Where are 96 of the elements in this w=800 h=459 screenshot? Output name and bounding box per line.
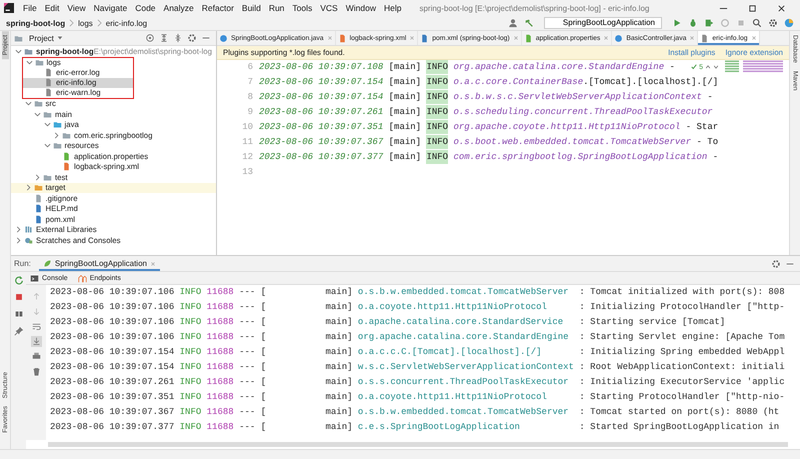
target-icon[interactable] — [145, 33, 155, 43]
menu-item[interactable]: Run — [264, 3, 288, 13]
line-number: 6 — [248, 61, 253, 74]
endpoints-icon — [78, 274, 87, 282]
line-number: 12 — [242, 151, 253, 164]
chevron-icon[interactable] — [44, 142, 50, 150]
chevron-icon[interactable] — [15, 236, 22, 244]
maximize-icon[interactable] — [748, 4, 757, 12]
settings-icon[interactable] — [187, 33, 197, 43]
collapse-all-icon[interactable] — [159, 33, 169, 43]
console-line: 2023-08-06 10:39:07.377 INFO 11688 --- [ main] c.e.s.SpringBootLogApplication : Started SpringBootLogApplication in — [50, 421, 780, 434]
chevron-icon[interactable] — [44, 121, 50, 128]
file-icon — [338, 34, 347, 42]
chevron-icon — [69, 19, 74, 27]
console-line: 2023-08-06 10:39:07.261 INFO 11688 --- [ main] o.s.s.concurrent.ThreadPoolTaskExecutor : Initializing ExecutorService 'applic — [50, 376, 785, 389]
class-icon — [219, 34, 228, 42]
breadcrumb-item[interactable]: spring-boot-log — [4, 18, 68, 28]
menu-item[interactable]: Tools — [288, 3, 316, 13]
expand-all-icon[interactable] — [173, 33, 183, 43]
close-icon[interactable] — [777, 4, 786, 12]
console-line: 2023-08-06 10:39:07.154 INFO 11688 --- [ main] o.a.c.c.C.[Tomcat].[localhost].[/] : Initializing Spring embedded WebAppl — [50, 346, 785, 359]
run-icon[interactable] — [672, 18, 682, 28]
scroll-to-end-icon[interactable] — [30, 336, 42, 347]
chevron-icon — [96, 19, 102, 27]
chevron-icon[interactable] — [15, 226, 22, 234]
line-number: 8 — [248, 91, 253, 104]
menu-item[interactable]: Code — [131, 3, 160, 13]
chevron-icon[interactable] — [34, 174, 41, 181]
layout-icon[interactable] — [14, 309, 24, 319]
chevron-icon[interactable] — [15, 48, 22, 55]
chevron-icon[interactable] — [34, 110, 41, 118]
menu-item[interactable]: File — [19, 3, 41, 13]
console-line: 2023-08-06 10:39:07.367 INFO 11688 --- [ main] o.s.b.w.embedded.tomcat.TomcatWebServer : Tomcat started on port(s): 8080 (ht — [50, 406, 780, 419]
panel-title: Run: — [14, 259, 31, 268]
code-line: 2023-08-06 10:39:07.154 [main] INFO o.s.b.w.s.c.ServletWebServerApplicationContext - — [259, 90, 714, 105]
class-icon — [614, 34, 624, 42]
pin-icon[interactable] — [14, 326, 24, 336]
settings-icon[interactable] — [771, 258, 781, 268]
menu-item[interactable]: Help — [380, 3, 406, 13]
minimap-drawing — [725, 60, 785, 74]
code-line: 2023-08-06 10:39:07.367 [main] INFO o.s.boot.web.embedded.tomcat.TomcatWebServer - To — [259, 135, 718, 150]
panel-title[interactable]: Project — [29, 34, 54, 42]
console-line: 2023-08-06 10:39:07.106 INFO 11688 --- [ main] o.a.coyote.http11.Http11NioProtocol : Initializing ProtocolHandler ["http- — [50, 301, 785, 314]
line-number: 13 — [242, 166, 253, 179]
bug-icon[interactable] — [688, 18, 698, 28]
console-line: 2023-08-06 10:39:07.154 INFO 11688 --- [ main] w.s.c.ServletWebServerApplicationContext : Root WebApplicationContext: initiali — [50, 361, 785, 374]
code-line: 2023-08-06 10:39:07.154 [main] INFO o.a.c.core.ContainerBase.[Tomcat].[localhost].[/] — [259, 75, 718, 90]
wrap-icon[interactable] — [30, 321, 42, 332]
stop-icon[interactable] — [14, 292, 24, 302]
spring-leaf-icon — [42, 259, 52, 268]
console-line: 2023-08-06 10:39:07.106 INFO 11688 --- [ main] o.s.b.w.embedded.tomcat.TomcatWebServer : Tomcat initialized with port(s): 808 — [50, 286, 785, 299]
app-logo-icon — [4, 3, 14, 13]
menu-item[interactable]: VCS — [316, 3, 342, 13]
line-number: 9 — [248, 106, 253, 119]
console-line: 2023-08-06 10:39:07.106 INFO 11688 --- [ main] o.apache.catalina.core.StandardService : Starting service [Tomcat] — [50, 316, 726, 329]
check-icon — [691, 64, 698, 70]
code-line: 2023-08-06 10:39:07.377 [main] INFO com.eric.springbootlog.SpringBootLogApplication - — [259, 150, 718, 165]
chevron-icon[interactable] — [24, 100, 32, 108]
code-line: 2023-08-06 10:39:07.261 [main] INFO o.s.scheduling.concurrent.ThreadPoolTaskExecutor — [259, 105, 714, 120]
line-number: 10 — [242, 121, 253, 134]
file-icon — [700, 34, 710, 42]
code-line: 2023-08-06 10:39:07.351 [main] INFO org.apache.coyote.http11.Http11NioProtocol - Star — [259, 120, 718, 135]
menu-item[interactable]: View — [63, 3, 90, 13]
menu-item[interactable]: Edit — [40, 3, 64, 13]
library-icon — [24, 225, 33, 234]
menu-item[interactable]: Window — [342, 3, 380, 13]
user-icon[interactable] — [508, 18, 518, 28]
settings-icon[interactable] — [768, 18, 778, 28]
line-number: 11 — [242, 136, 253, 149]
search-icon[interactable] — [752, 18, 762, 28]
rerun-icon[interactable] — [14, 275, 24, 285]
printer-icon[interactable] — [30, 351, 42, 362]
line-number: 7 — [248, 76, 253, 89]
run-tab[interactable]: SpringBootLogApplication — [38, 256, 160, 271]
menu-item[interactable]: Analyze — [160, 3, 198, 13]
run-configuration-dropdown[interactable]: SpringBootLogApplication — [544, 17, 662, 29]
console-icon — [30, 274, 39, 282]
breadcrumb-item[interactable]: eric-info.log — [104, 18, 150, 28]
scratches-icon — [24, 236, 33, 245]
caret-icon[interactable] — [56, 35, 63, 41]
window-title: spring-boot-log [E:\project\demolist\spring-boot-log] - eric-info.log — [418, 4, 650, 12]
plugin-logo-icon[interactable] — [784, 18, 794, 28]
breadcrumb-item[interactable]: logs — [76, 18, 95, 28]
menu-item[interactable]: Build — [238, 3, 265, 13]
hammer-icon[interactable] — [524, 18, 534, 28]
file-icon — [420, 34, 430, 42]
chevron-icon[interactable] — [26, 59, 32, 66]
file-icon — [524, 34, 533, 42]
menu-item[interactable]: Navigate — [90, 3, 132, 13]
chevron-icon[interactable] — [53, 132, 60, 139]
console-line: 2023-08-06 10:39:07.351 INFO 11688 --- [ main] o.a.coyote.http11.Http11NioProtocol : Starting ProtocolHandler ["http-nio- — [50, 391, 785, 404]
trash-icon[interactable] — [30, 366, 42, 377]
menu-item[interactable]: Refactor — [198, 3, 238, 13]
console-line: 2023-08-06 10:39:07.106 INFO 11688 --- [ main] org.apache.catalina.core.StandardEngine : Starting Servlet engine: [Apache Tom — [50, 331, 785, 344]
chevron-icon[interactable] — [24, 184, 32, 192]
scrollbar-thumb[interactable] — [48, 442, 788, 447]
